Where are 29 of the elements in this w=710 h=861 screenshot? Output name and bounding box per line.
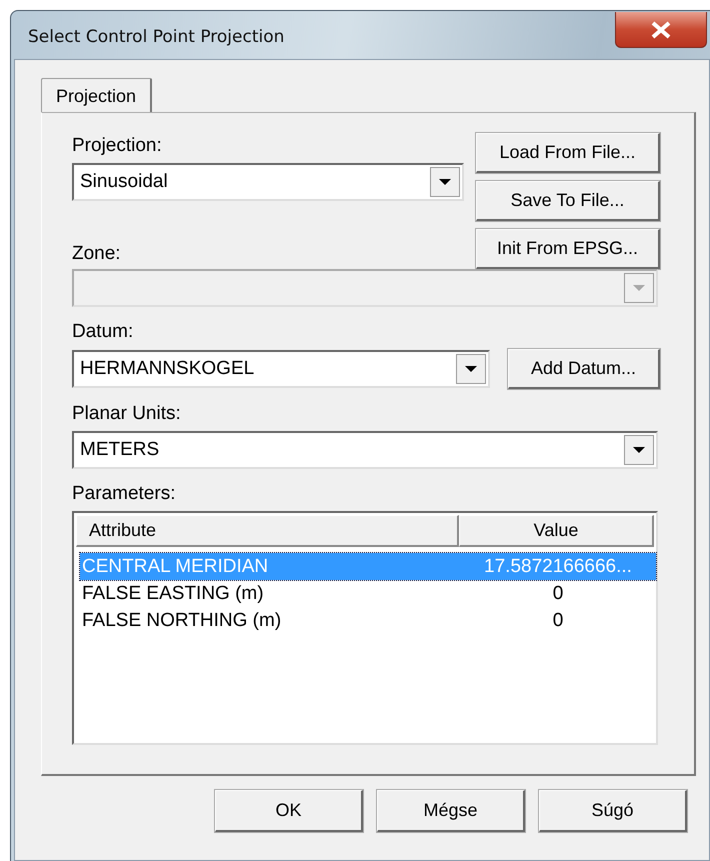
table-cell-text: 0 bbox=[552, 582, 564, 604]
table-cell-text: FALSE NORTHING (m) bbox=[81, 610, 282, 632]
column-header[interactable]: Value bbox=[459, 515, 654, 547]
table-cell-text: FALSE EASTING (m) bbox=[81, 582, 265, 604]
dropdown[interactable]: METERS bbox=[72, 431, 658, 469]
dialog-button[interactable]: Mégse bbox=[377, 790, 525, 832]
dropdown[interactable]: Sinusoidal bbox=[72, 163, 464, 201]
list-row[interactable]: FALSE NORTHING (m) 0 bbox=[80, 607, 656, 634]
field-label: Planar Units: bbox=[72, 403, 182, 425]
add-datum-button[interactable]: Add Datum... bbox=[508, 349, 660, 389]
table-cell-text: 17.5872166666... bbox=[483, 556, 633, 578]
dropdown[interactable]: HERMANNSKOGEL bbox=[72, 350, 490, 388]
dialog-button[interactable]: Súgó bbox=[539, 790, 687, 832]
table-cell-text: CENTRAL MERIDIAN bbox=[81, 556, 270, 578]
field-label: Projection: bbox=[72, 135, 163, 157]
field-label: Datum: bbox=[72, 321, 134, 343]
field-label: Parameters: bbox=[72, 483, 176, 505]
table-cell-text: 0 bbox=[552, 610, 564, 632]
field-label: Zone: bbox=[72, 243, 122, 265]
file-button[interactable]: Load From File... bbox=[476, 133, 660, 173]
file-button[interactable]: Save To File... bbox=[476, 181, 660, 221]
column-header[interactable]: Attribute bbox=[76, 515, 460, 547]
tab[interactable]: Projection bbox=[41, 78, 152, 112]
close-button[interactable] bbox=[615, 12, 707, 48]
close-icon bbox=[649, 20, 673, 38]
window-title: Select Control Point Projection bbox=[28, 27, 284, 47]
list-row[interactable]: FALSE EASTING (m) 0 bbox=[80, 580, 656, 607]
dialog-button[interactable]: OK bbox=[215, 790, 363, 832]
file-button[interactable]: Init From EPSG... bbox=[476, 229, 660, 269]
